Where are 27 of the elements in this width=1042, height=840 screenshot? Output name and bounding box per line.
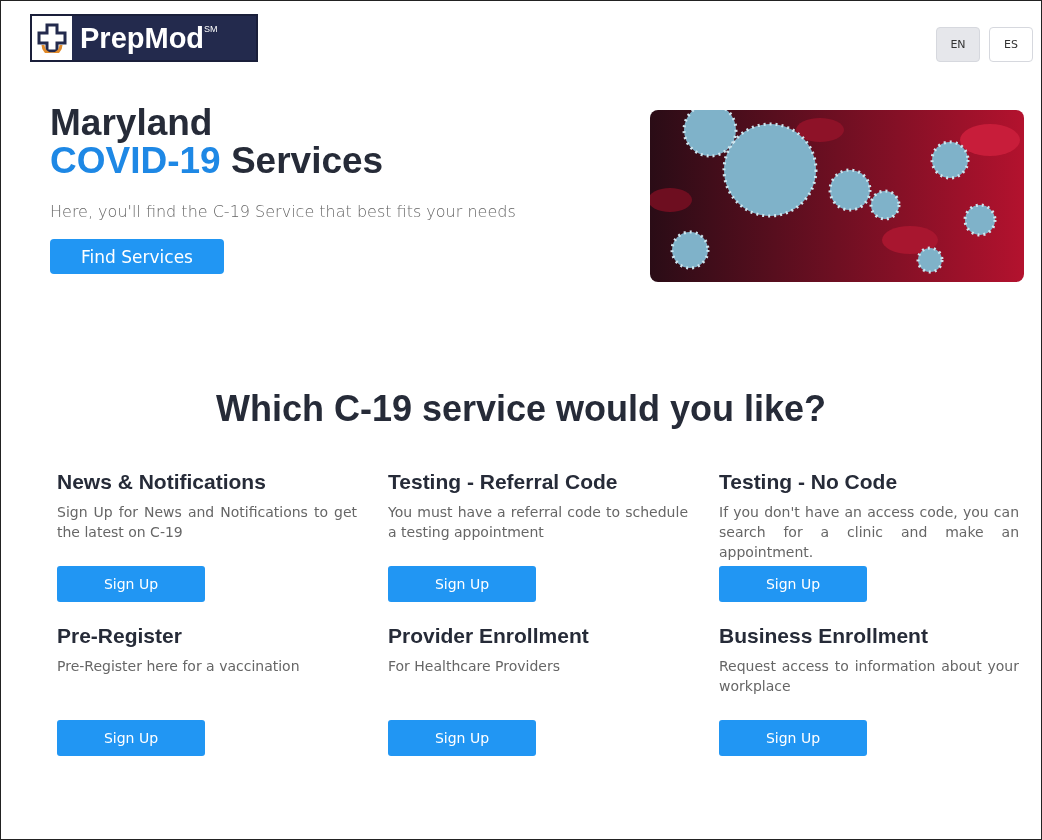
logo-text: PrepMod$^{SM}$ <box>80 21 218 55</box>
service-title: Business Enrollment <box>719 624 928 647</box>
sign-up-button[interactable]: Sign Up <box>388 566 536 602</box>
sign-up-button[interactable]: Sign Up <box>57 720 205 756</box>
sign-up-button[interactable]: Sign Up <box>388 720 536 756</box>
page-title: COVID-19 Services <box>50 142 384 180</box>
service-description: For Healthcare Providers <box>388 657 562 676</box>
service-title: Testing - Referral Code <box>388 470 618 493</box>
cross-icon <box>37 23 67 53</box>
service-title: News & Notifications <box>57 470 266 493</box>
find-services-button[interactable]: Find Services <box>50 239 224 274</box>
service-description: Pre-Register here for a vaccination <box>57 657 301 676</box>
page-title: Maryland <box>50 104 213 142</box>
service-title: Pre-Register <box>57 624 182 647</box>
sign-up-button[interactable]: Sign Up <box>719 566 867 602</box>
language-button[interactable]: ES <box>989 27 1033 62</box>
section-heading: Which C-19 service would you like? <box>215 388 827 429</box>
sign-up-button[interactable]: Sign Up <box>57 566 205 602</box>
service-description: If you don't have an access code, you can search for a clinic and make an appointment. <box>719 503 1019 562</box>
subtitle: Here, you'll find the C-19 Service that best fits your needs <box>50 201 517 223</box>
language-button[interactable]: EN <box>936 27 980 62</box>
service-description: Request access to information about your workplace <box>719 657 1019 696</box>
service-title: Provider Enrollment <box>388 624 589 647</box>
service-title: Testing - No Code <box>719 470 898 493</box>
service-description: You must have a referral code to schedule a testing appointment <box>388 503 688 542</box>
service-description: Sign Up for News and Notifications to get the latest on C-19 <box>57 503 357 542</box>
sign-up-button[interactable]: Sign Up <box>719 720 867 756</box>
